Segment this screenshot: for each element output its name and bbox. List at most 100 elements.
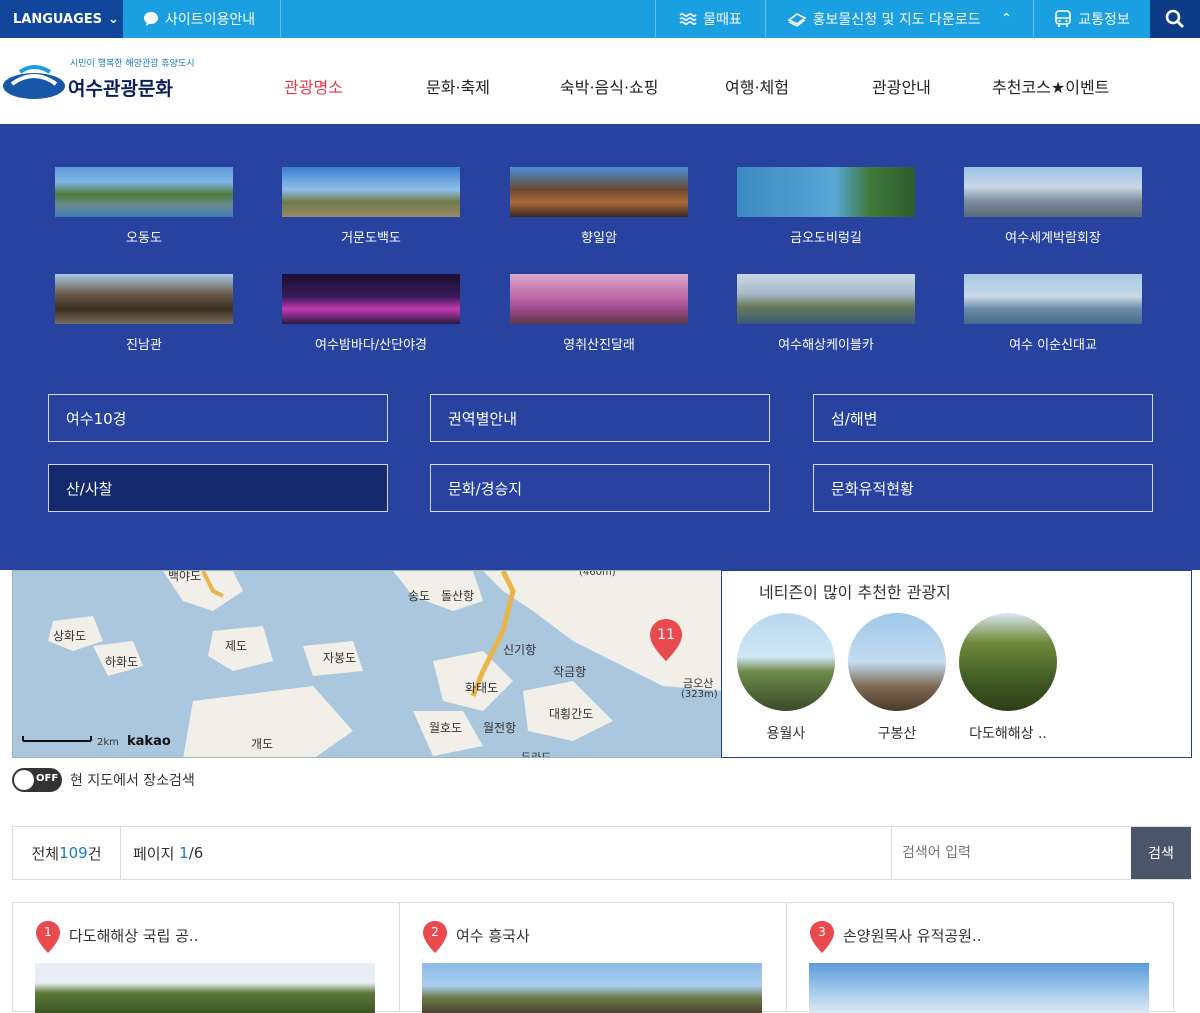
nav-travel-experience[interactable]: 여행·체험 <box>725 74 789 98</box>
nav-tour-attractions[interactable]: 관광명소 <box>284 74 343 98</box>
languages-dropdown[interactable]: LANGUAGES ⌄ <box>0 0 123 38</box>
spot-label: 영취산진달래 <box>563 338 635 353</box>
spot-photo <box>737 274 915 324</box>
recommended-item[interactable]: 구봉산 <box>847 613 947 743</box>
spot-link[interactable]: 진남관 <box>55 274 233 353</box>
toggle-state: OFF <box>36 773 59 784</box>
spot-link[interactable]: 여수세계박람회장 <box>964 167 1142 246</box>
category-button-selected[interactable]: 산/사찰 <box>48 464 388 512</box>
spot-label: 여수세계박람회장 <box>1005 231 1101 246</box>
spot-label: 금오도비렁길 <box>790 231 862 246</box>
chevron-up-icon: ⌃ <box>1000 11 1013 27</box>
spot-photo <box>964 167 1142 217</box>
spot-photo <box>282 274 460 324</box>
spot-link[interactable]: 여수밤바다/산단야경 <box>282 274 460 353</box>
result-card[interactable]: 3 손양원목사 유적공원.. <box>786 902 1174 1013</box>
map-label: 월전항 <box>483 721 517 735</box>
card-thumbnail <box>809 963 1149 1013</box>
spot-link[interactable]: 여수해상케이블카 <box>737 274 915 353</box>
keyword-search-button[interactable]: 검색 <box>1131 827 1191 879</box>
map-label: 자봉도 <box>323 651 357 665</box>
result-card[interactable]: 1 다도해해상 국립 공.. <box>12 902 400 1013</box>
page-total: /6 <box>188 844 204 862</box>
languages-label: LANGUAGES <box>13 11 103 27</box>
card-title: 손양원목사 유적공원.. <box>843 927 982 945</box>
recommended-label: 다도해해상 .. <box>969 726 1047 742</box>
category-button[interactable]: 문화유적현황 <box>813 464 1153 512</box>
tide-table-link[interactable]: 물때표 <box>655 0 765 38</box>
marker-count: 11 <box>657 627 675 643</box>
result-bar: 전체 109 건 페이지 1 /6 검색 <box>12 826 1191 880</box>
category-button[interactable]: 섬/해변 <box>813 394 1153 442</box>
recommended-label: 구봉산 <box>877 726 917 742</box>
nav-culture-festival[interactable]: 문화·축제 <box>426 74 490 98</box>
card-thumbnail <box>422 963 762 1013</box>
map-book-icon <box>787 13 807 27</box>
search-icon <box>1165 9 1184 28</box>
map-label: 신기항 <box>503 643 537 657</box>
wave-icon <box>679 13 697 25</box>
page-current: 1 <box>179 844 189 862</box>
category-button[interactable]: 문화/경승지 <box>430 464 770 512</box>
spot-link[interactable]: 여수 이순신대교 <box>964 274 1142 353</box>
spot-link[interactable]: 금오도비렁길 <box>737 167 915 246</box>
site-guide-label: 사이트이용안내 <box>165 12 256 28</box>
spot-link[interactable]: 향일암 <box>510 167 688 246</box>
promo-download-link[interactable]: 홍보물신청 및 지도 다운로드 ⌃ <box>765 0 1033 38</box>
map-label: (460m) <box>579 570 616 578</box>
kakao-logo: kakao <box>127 734 171 749</box>
spot-photo <box>55 274 233 324</box>
card-title: 다도해해상 국립 공.. <box>69 927 199 945</box>
traffic-label: 교통정보 <box>1078 12 1130 28</box>
map-label: 작금항 <box>553 665 587 679</box>
promo-label: 홍보물신청 및 지도 다운로드 <box>812 12 981 28</box>
card-thumbnail <box>35 963 375 1013</box>
recommended-item[interactable]: 용월사 <box>736 613 836 743</box>
map-label: 화태도 <box>465 681 499 695</box>
map-label: 돌산항 <box>441 589 475 603</box>
chevron-down-icon: ⌄ <box>108 11 119 27</box>
keyword-search-input[interactable] <box>891 827 1131 879</box>
search-button[interactable] <box>1150 0 1200 38</box>
category-button[interactable]: 여수10경 <box>48 394 388 442</box>
nav-tourist-info[interactable]: 관광안내 <box>872 74 931 98</box>
logo-site-name: 여수관광문화 <box>68 78 173 100</box>
spot-link[interactable]: 영취산진달래 <box>510 274 688 353</box>
total-number: 109 <box>59 844 88 862</box>
site-logo[interactable]: 시민이 행복한 해양관광 휴양도시 여수관광문화 <box>2 56 195 108</box>
total-suffix: 건 <box>87 844 102 863</box>
recommended-photo <box>959 613 1057 711</box>
traffic-info-link[interactable]: 교통정보 <box>1033 0 1150 38</box>
spot-label: 거문도백도 <box>341 231 401 246</box>
map-label: 상화도 <box>53 629 87 643</box>
page-indicator: 페이지 1 /6 <box>133 827 203 879</box>
map-label: 제도 <box>225 639 248 653</box>
total-count: 전체 109 건 <box>13 827 121 879</box>
card-title: 여수 흥국사 <box>456 927 530 945</box>
map-label: 송도 <box>408 589 431 603</box>
category-button[interactable]: 권역별안내 <box>430 394 770 442</box>
map-search-toggle[interactable]: OFF <box>12 768 62 792</box>
spot-label: 여수 이순신대교 <box>1009 338 1097 353</box>
map-label: 월호도 <box>429 721 463 735</box>
nav-stay-food-shopping[interactable]: 숙박·음식·쇼핑 <box>560 74 659 98</box>
spot-photo <box>737 167 915 217</box>
result-card[interactable]: 2 여수 흥국사 <box>399 902 787 1013</box>
toggle-label: 현 지도에서 장소검색 <box>70 773 195 789</box>
spot-photo <box>510 167 688 217</box>
map-label: 하화도 <box>105 655 139 669</box>
recommended-item[interactable]: 다도해해상 .. <box>958 613 1058 743</box>
map-cluster-marker[interactable]: 11 <box>649 619 683 661</box>
spot-photo <box>964 274 1142 324</box>
tourism-map[interactable]: 백야도 송도 돌산항 상화도 하화도 제도 자봉도 신기항 작금항 화태도 월호… <box>12 570 722 758</box>
spot-link[interactable]: 오동도 <box>55 167 233 246</box>
bus-icon <box>1055 10 1072 27</box>
recommended-label: 용월사 <box>766 726 806 742</box>
site-header: 시민이 행복한 해양관광 휴양도시 여수관광문화 관광명소 문화·축제 숙박·음… <box>0 38 1200 124</box>
spot-label: 향일암 <box>581 231 617 246</box>
site-guide-link[interactable]: 사이트이용안내 <box>123 0 281 38</box>
spot-link[interactable]: 거문도백도 <box>282 167 460 246</box>
map-scale-label: 2km <box>97 737 119 748</box>
spot-photo <box>510 274 688 324</box>
nav-courses-events[interactable]: 추천코스★이벤트 <box>992 74 1109 98</box>
